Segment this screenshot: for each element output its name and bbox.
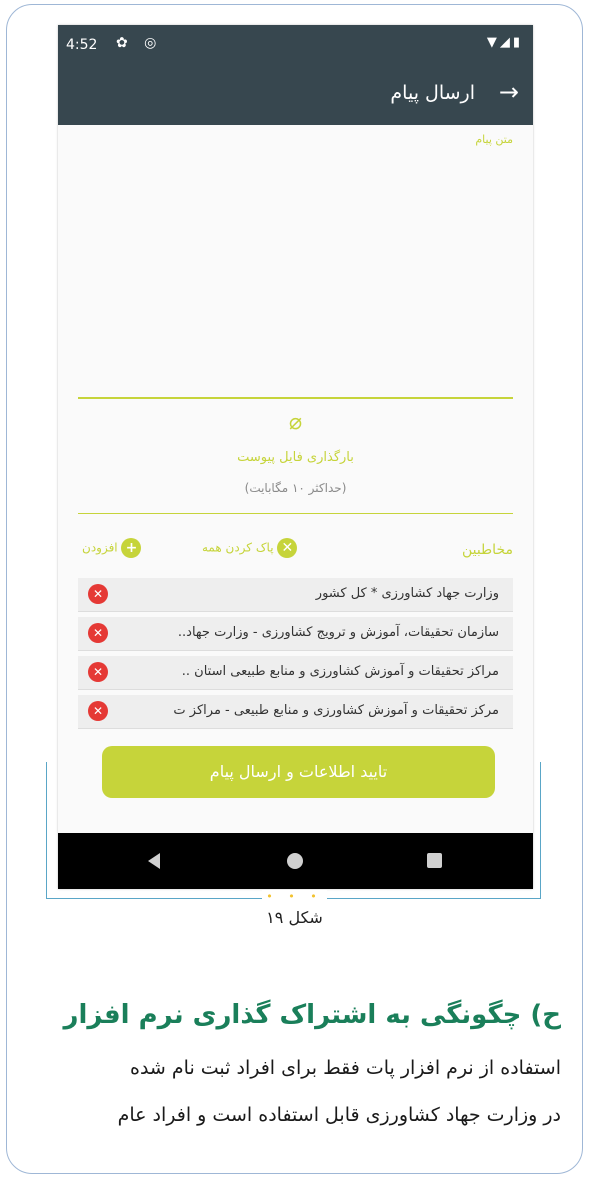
- list-item: مراکز تحقیقات و آموزش کشاورزی و منابع طب…: [78, 656, 513, 690]
- clear-icon: ✕: [277, 538, 298, 558]
- back-icon[interactable]: [148, 853, 160, 869]
- message-label: متن پیام: [475, 133, 513, 146]
- remove-icon[interactable]: ✕: [88, 623, 108, 643]
- list-item-label: مرکز تحقیقات و آموزش کشاورزی و منابع طبی…: [173, 703, 499, 718]
- decorative-dots: • • •: [0, 890, 589, 903]
- list-item: مرکز تحقیقات و آموزش کشاورزی و منابع طبی…: [78, 695, 513, 729]
- divider: [78, 513, 513, 514]
- remove-icon[interactable]: ✕: [88, 584, 108, 604]
- settings-icon: ✿ ◎: [116, 35, 163, 51]
- clear-all-label: پاک کردن همه: [202, 540, 274, 555]
- upload-attachment-button[interactable]: بارگذاری فایل پیوست: [58, 450, 533, 465]
- list-item-label: وزارت جهاد کشاورزی * کل کشور: [315, 586, 499, 601]
- paragraph-line: استفاده از نرم افزار پات فقط برای افراد …: [130, 1057, 561, 1079]
- remove-icon[interactable]: ✕: [88, 701, 108, 721]
- recipients-label: مخاطبین: [461, 542, 513, 558]
- list-item: سازمان تحقیقات، آموزش و ترویج کشاورزی - …: [78, 617, 513, 651]
- submit-button[interactable]: تایید اطلاعات و ارسال پیام: [102, 746, 495, 798]
- battery-icon: ▼◢▮: [486, 35, 523, 50]
- clear-all-button[interactable]: پاک کردن همه ✕: [202, 538, 298, 558]
- dots-glyphs: • • •: [262, 890, 327, 903]
- list-item-label: سازمان تحقیقات، آموزش و ترویج کشاورزی - …: [177, 625, 499, 640]
- home-icon[interactable]: [287, 853, 303, 869]
- phone-screenshot: 4:52 ✿ ◎ ▼◢▮ ارسال پیام → متن پیام ⌀ بار…: [58, 25, 533, 889]
- add-label: افزودن: [82, 540, 118, 555]
- add-recipient-button[interactable]: افزودن +: [82, 538, 142, 558]
- recents-icon[interactable]: [427, 853, 442, 868]
- section-heading: ح) چگونگی به اشتراک گذاری نرم افزار: [63, 1000, 561, 1030]
- status-time: 4:52: [66, 37, 98, 53]
- app-bar: ارسال پیام →: [58, 65, 533, 125]
- list-item: وزارت جهاد کشاورزی * کل کشور ✕: [78, 578, 513, 612]
- figure-caption: شکل ۱۹: [266, 908, 323, 927]
- back-arrow-icon[interactable]: →: [499, 78, 519, 106]
- plus-icon: +: [121, 538, 142, 558]
- paperclip-icon[interactable]: ⌀: [58, 410, 533, 435]
- navigation-bar: [58, 833, 533, 889]
- status-bar: 4:52 ✿ ◎ ▼◢▮: [58, 25, 533, 65]
- attachment-size-note: (حداکثر ۱۰ مگابایت): [244, 481, 347, 495]
- page-title: ارسال پیام: [390, 82, 475, 104]
- message-input[interactable]: [78, 150, 513, 399]
- list-item-label: مراکز تحقیقات و آموزش کشاورزی و منابع طب…: [181, 664, 499, 679]
- paragraph-line: در وزارت جهاد کشاورزی قابل استفاده است و…: [117, 1104, 561, 1126]
- remove-icon[interactable]: ✕: [88, 662, 108, 682]
- recipients-list[interactable]: وزارت جهاد کشاورزی * کل کشور ✕ سازمان تح…: [78, 578, 513, 733]
